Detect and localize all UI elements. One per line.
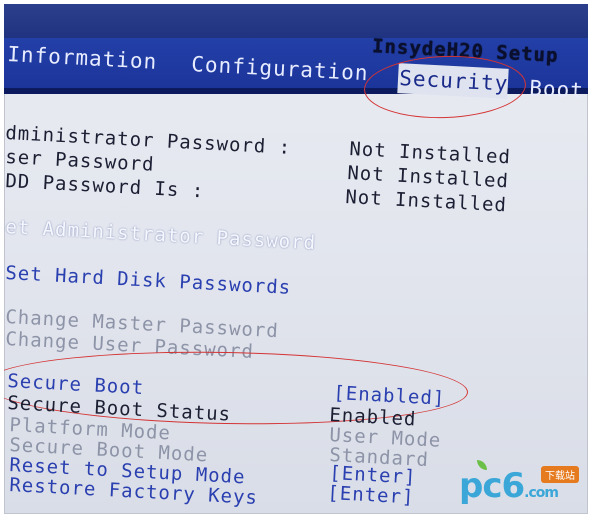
set-admin-password-item[interactable]: et Administrator Password: [5, 216, 317, 254]
pc6-watermark-logo: pc6.com 下载站: [459, 460, 579, 512]
bios-screen-photo: InsydeH20 Setup Information Configuratio…: [4, 4, 588, 514]
restore-factory-keys-value[interactable]: [Enter]: [327, 482, 415, 509]
tab-boot[interactable]: Boot: [529, 76, 585, 103]
hdd-password-label: DD Password Is :: [4, 170, 205, 203]
set-hdd-passwords-item[interactable]: Set Hard Disk Passwords: [5, 262, 292, 299]
title-bar: [4, 4, 588, 40]
watermark-badge: 下载站: [541, 466, 579, 483]
